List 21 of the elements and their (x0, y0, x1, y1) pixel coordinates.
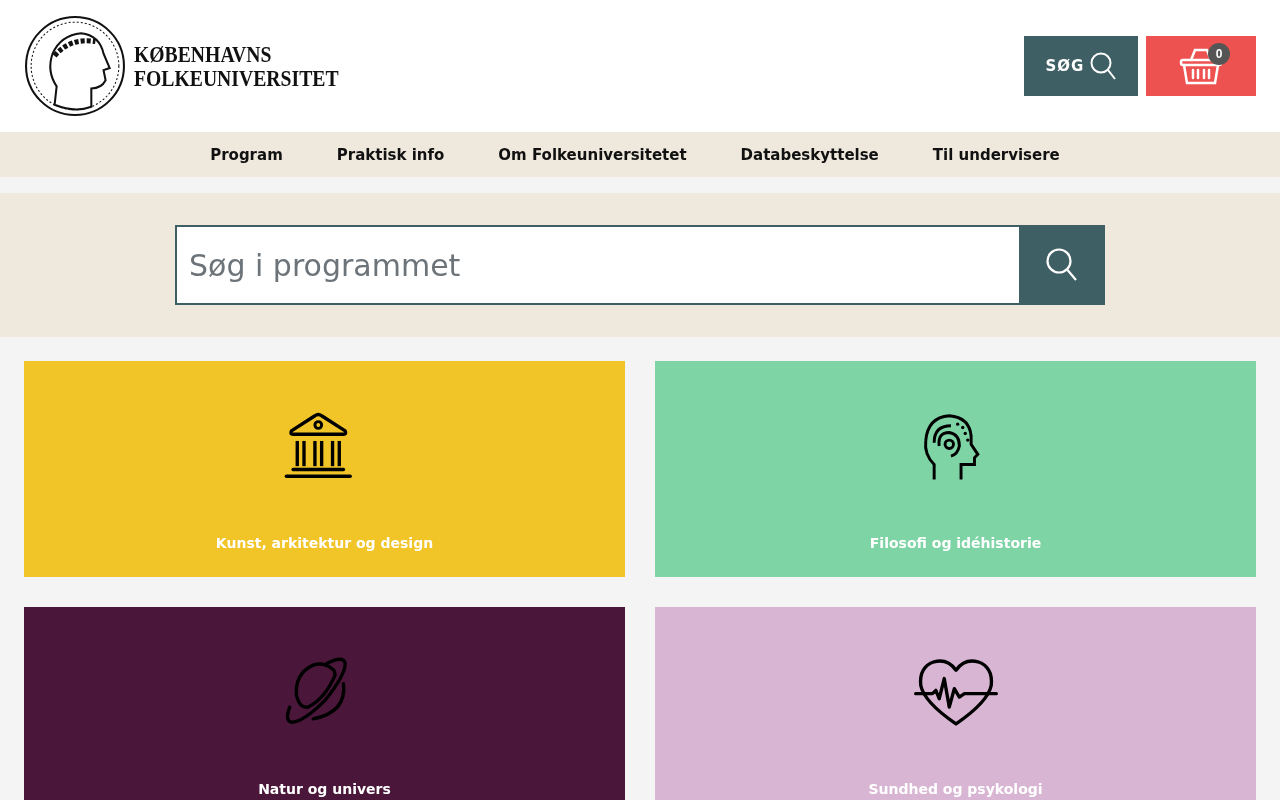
category-card[interactable]: Natur og univers (24, 607, 625, 800)
cart-button[interactable]: 0 (1146, 36, 1256, 96)
search-icon (1046, 248, 1078, 282)
category-title: Sundhed og psykologi (868, 781, 1043, 797)
nav-link[interactable]: Om Folkeuniversitetet (498, 145, 687, 164)
nav-link[interactable]: Databeskyttelse (740, 145, 879, 164)
nav-link[interactable]: Praktisk info (336, 145, 445, 164)
nav-link[interactable]: Til undervisere (932, 145, 1060, 164)
coin-emblem-icon (24, 15, 126, 117)
nav-link[interactable]: Program (210, 145, 283, 164)
cart-count-badge: 0 (1208, 43, 1230, 65)
logo-wordmark-line: FOLKEUNIVERSITET (134, 66, 339, 90)
logo-wordmark-line: KØBENHAVNS (134, 42, 273, 66)
search-button[interactable]: SØG (1024, 36, 1138, 96)
search-icon (1090, 52, 1117, 80)
search-field[interactable]: Søg i programmet (175, 225, 1019, 305)
basket-icon (1179, 46, 1223, 86)
search-submit-button[interactable] (1019, 225, 1105, 305)
category-title: Filosofi og idéhistorie (869, 535, 1042, 551)
category-title: Kunst, arkitektur og design (215, 535, 434, 551)
category-title: Natur og univers (258, 781, 391, 797)
